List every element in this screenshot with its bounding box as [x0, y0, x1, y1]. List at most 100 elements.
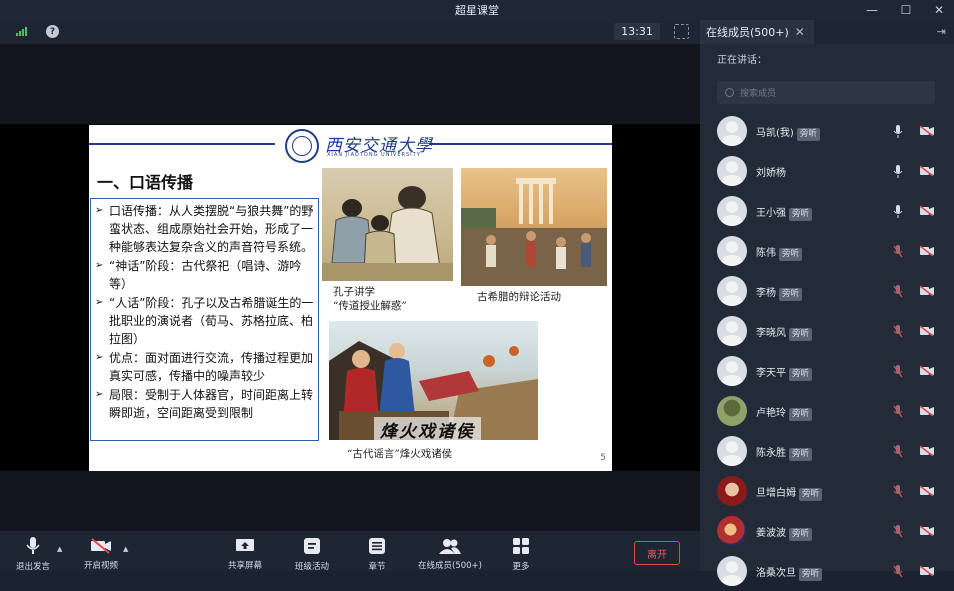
- microphone-icon[interactable]: [893, 165, 903, 178]
- microphone-muted-icon[interactable]: [893, 405, 903, 418]
- class-timer: 13:31: [614, 23, 660, 40]
- camera-off-icon[interactable]: [920, 526, 934, 536]
- member-row[interactable]: 陈永胜 旁听: [700, 431, 954, 471]
- member-row[interactable]: 刘娇杨: [700, 151, 954, 191]
- member-row[interactable]: 马凯(我) 旁听: [700, 111, 954, 151]
- microphone-muted-icon[interactable]: [893, 245, 903, 258]
- camera-off-icon[interactable]: [920, 446, 934, 456]
- microphone-muted-icon[interactable]: [893, 565, 903, 578]
- chapter-list-icon: [369, 538, 385, 554]
- avatar: [717, 116, 747, 146]
- member-name: 马凯(我) 旁听: [756, 124, 820, 141]
- calligraphy-text: 烽火戏诸侯: [374, 417, 481, 440]
- camera-off-icon[interactable]: [920, 166, 934, 176]
- camera-off-icon[interactable]: [920, 566, 934, 576]
- arrow-bullet-icon: ➢: [95, 205, 104, 216]
- microphone-muted-icon[interactable]: [893, 445, 903, 458]
- speaking-label: 正在讲话：: [717, 55, 767, 66]
- member-search-input[interactable]: 搜索成员: [717, 81, 935, 104]
- share-screen-button[interactable]: 共享屏幕: [222, 531, 268, 571]
- shared-screen-stage: 西安交通大學 XIAN JIAOTONG UNIVERSITY 一、口语传播 ➢…: [0, 124, 700, 471]
- maximize-button[interactable]: ☐: [888, 0, 924, 20]
- microphone-muted-icon[interactable]: [893, 325, 903, 338]
- tab-online-members-label: 在线成员(500+): [706, 26, 789, 39]
- member-row[interactable]: 旦增白姆 旁听: [700, 471, 954, 511]
- member-name: 洛桑次旦 旁听: [756, 564, 823, 581]
- slide-heading: 一、口语传播: [97, 173, 194, 192]
- member-name-text: 陈伟: [756, 248, 776, 259]
- share-screen-icon: [236, 538, 254, 551]
- auditor-badge: 旁听: [779, 288, 803, 301]
- auditor-badge: 旁听: [789, 328, 813, 341]
- camera-off-icon[interactable]: [920, 366, 934, 376]
- member-name-text: 旦增白姆: [756, 488, 796, 499]
- bottom-toolbar: 退出发言 ▲ 开启视频 ▲ 共享屏幕 班级活动 章节 在线成员(500+) 更多: [0, 531, 700, 572]
- bullet-item: ➢ 局限：受制于人体器官，时间距离上转瞬即逝，空间距离受到限制: [95, 388, 314, 420]
- avatar: [717, 316, 747, 346]
- member-row[interactable]: 陈伟 旁听: [700, 231, 954, 271]
- avatar: [717, 476, 747, 506]
- close-tab-icon[interactable]: ✕: [795, 25, 805, 39]
- member-row[interactable]: 李杨 旁听: [700, 271, 954, 311]
- member-name: 王小强 旁听: [756, 204, 813, 221]
- close-window-button[interactable]: ✕: [921, 0, 954, 20]
- camera-off-icon[interactable]: [920, 246, 934, 256]
- search-placeholder: 搜索成员: [740, 89, 777, 99]
- camera-off-icon[interactable]: [920, 286, 934, 296]
- leave-button[interactable]: 离开: [634, 541, 680, 565]
- camera-off-icon[interactable]: [920, 326, 934, 336]
- member-row[interactable]: 李晓风 旁听: [700, 311, 954, 351]
- share-screen-label: 共享屏幕: [227, 561, 262, 571]
- popout-icon[interactable]: ⇥: [937, 25, 946, 38]
- auditor-badge: 旁听: [796, 128, 820, 141]
- auditor-badge: 旁听: [789, 448, 813, 461]
- more-label: 更多: [512, 562, 530, 572]
- microphone-icon[interactable]: [893, 205, 903, 218]
- minimize-button[interactable]: —: [854, 0, 890, 20]
- class-activity-button[interactable]: 班级活动: [289, 531, 335, 572]
- window-title: 超星课堂: [455, 4, 499, 17]
- microphone-muted-icon[interactable]: [893, 365, 903, 378]
- chapter-button[interactable]: 章节: [354, 531, 400, 572]
- microphone-muted-icon[interactable]: [893, 525, 903, 538]
- online-members-button[interactable]: 在线成员(500+): [410, 531, 490, 571]
- camera-off-icon[interactable]: [920, 206, 934, 216]
- camera-off-icon[interactable]: [920, 406, 934, 416]
- avatar: [717, 156, 747, 186]
- member-row[interactable]: 姜波波 旁听: [700, 511, 954, 551]
- microphone-muted-icon[interactable]: [893, 485, 903, 498]
- header-rule-right: [429, 143, 612, 145]
- avatar: [717, 436, 747, 466]
- member-name: 李晓风 旁听: [756, 324, 813, 341]
- member-row[interactable]: 李天平 旁听: [700, 351, 954, 391]
- presentation-slide: 西安交通大學 XIAN JIAOTONG UNIVERSITY 一、口语传播 ➢…: [89, 125, 612, 471]
- video-button[interactable]: 开启视频: [78, 531, 124, 571]
- bullet-item: ➢ “神话”阶段：古代祭祀（唱诗、游吟等）: [95, 259, 302, 291]
- auditor-badge: 旁听: [779, 248, 803, 261]
- help-icon[interactable]: ?: [46, 25, 59, 38]
- bullet-box: ➢ 口语传播：从人类摆脱“与狼共舞”的野蛮状态、组成原始社会开始，形成了一种能够表…: [90, 198, 319, 441]
- member-name-text: 姜波波: [756, 528, 786, 539]
- camera-off-icon[interactable]: [920, 126, 934, 136]
- microphone-muted-icon[interactable]: [893, 285, 903, 298]
- sidebar-tab-bar: 在线成员(500+) ✕ ⇥: [700, 20, 954, 44]
- header-rule-left: [89, 143, 275, 145]
- fullscreen-icon[interactable]: [674, 24, 689, 39]
- member-row[interactable]: 王小强 旁听: [700, 191, 954, 231]
- more-button[interactable]: 更多: [498, 531, 544, 572]
- auditor-badge: 旁听: [789, 408, 813, 421]
- microphone-icon[interactable]: [893, 125, 903, 138]
- tab-online-members[interactable]: 在线成员(500+) ✕: [700, 20, 814, 44]
- member-name: 陈伟 旁听: [756, 244, 803, 261]
- member-row[interactable]: 洛桑次旦 旁听: [700, 551, 954, 591]
- member-name: 李天平 旁听: [756, 364, 813, 381]
- member-row[interactable]: 卢艳玲 旁听: [700, 391, 954, 431]
- class-activity-label: 班级活动: [294, 562, 329, 572]
- video-options-caret-icon[interactable]: ▲: [123, 545, 128, 553]
- mic-button[interactable]: 退出发言: [10, 531, 56, 572]
- camera-off-icon[interactable]: [920, 486, 934, 496]
- arrow-bullet-icon: ➢: [95, 260, 104, 271]
- university-seal-icon: [285, 129, 319, 163]
- online-members-label: 在线成员(500+): [418, 561, 482, 571]
- mic-options-caret-icon[interactable]: ▲: [57, 545, 62, 553]
